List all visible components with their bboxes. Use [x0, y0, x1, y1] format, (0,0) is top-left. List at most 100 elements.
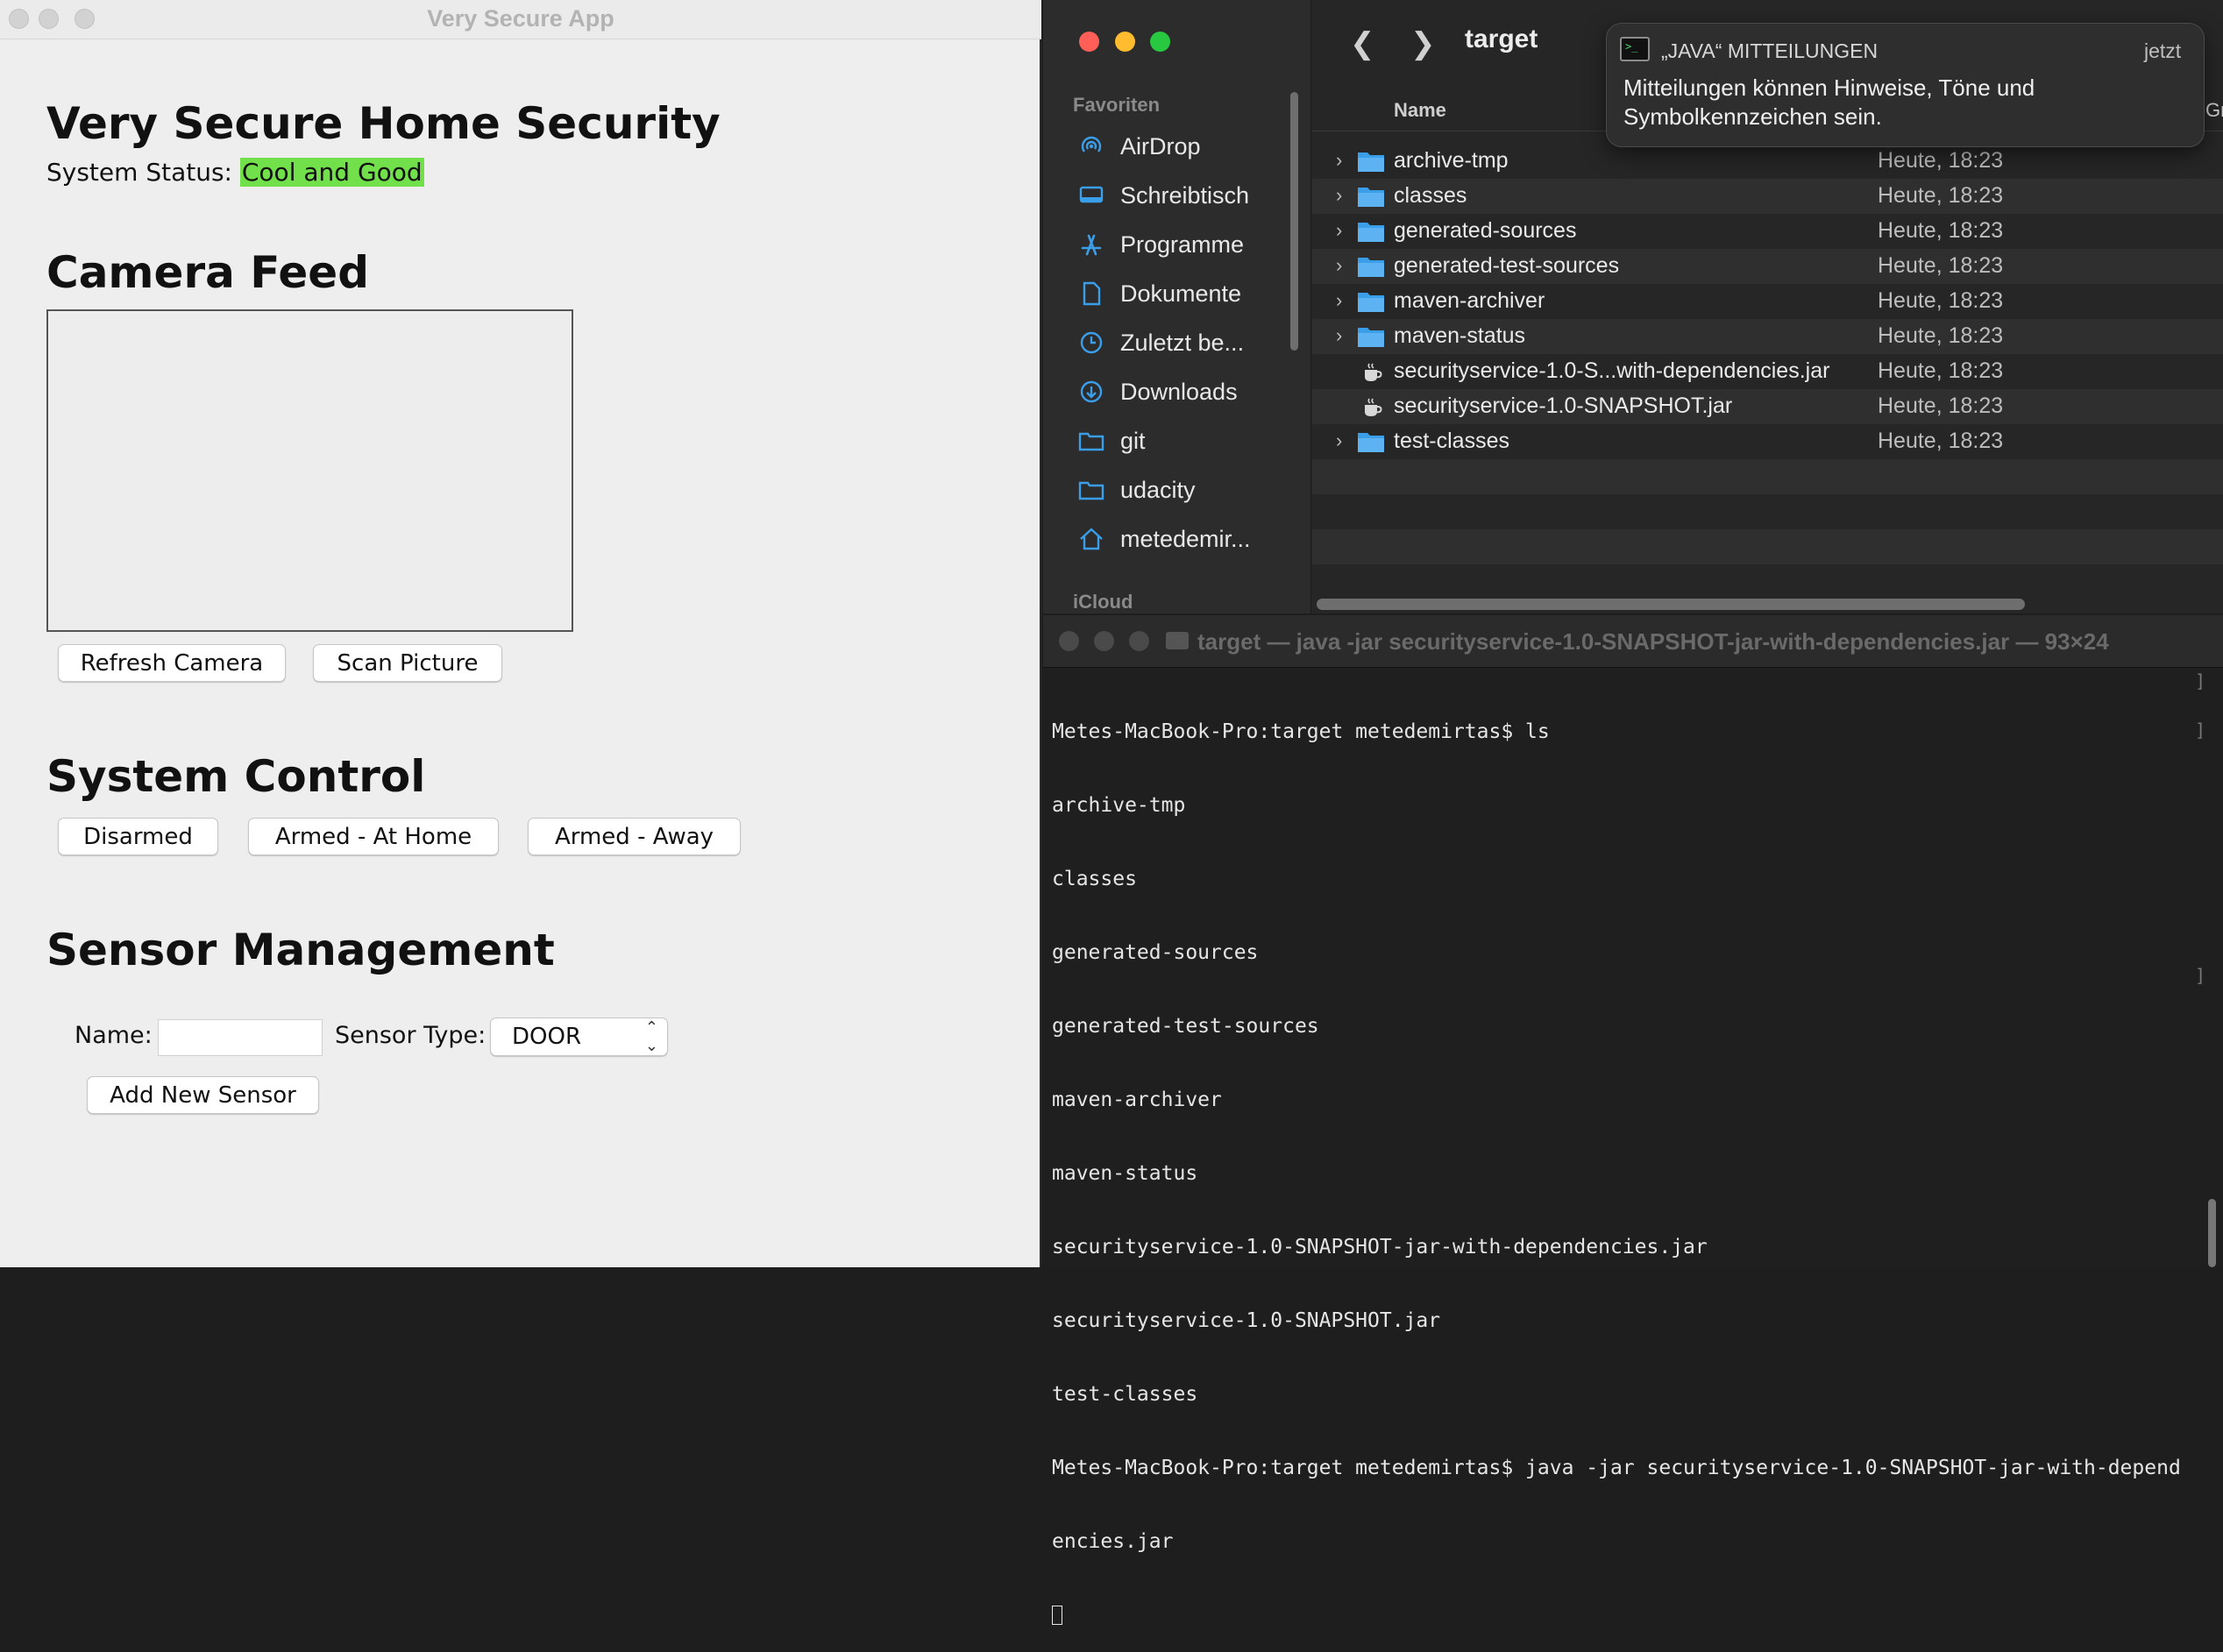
sidebar-item-downloads[interactable]: Downloads — [1076, 370, 1304, 414]
disclosure-chevron-icon[interactable]: › — [1336, 289, 1342, 312]
file-row-archive-tmp[interactable]: › archive-tmp Heute, 18:23 — [1312, 144, 2223, 179]
folder-icon — [1076, 430, 1106, 451]
sidebar-item-home[interactable]: metedemir... — [1076, 517, 1304, 561]
folder-icon — [1357, 220, 1385, 247]
empty-row — [1312, 529, 2223, 564]
horizontal-scrollbar[interactable] — [1317, 599, 2025, 610]
sidebar-item-dokumente[interactable]: Dokumente — [1076, 272, 1304, 316]
folder-icon — [1357, 150, 1385, 177]
file-date: Heute, 18:23 — [1878, 148, 2004, 173]
sidebar-item-airdrop[interactable]: AirDrop — [1076, 124, 1304, 168]
disclosure-chevron-icon[interactable]: › — [1336, 219, 1342, 242]
file-name: securityservice-1.0-SNAPSHOT.jar — [1394, 394, 1733, 418]
file-name: archive-tmp — [1394, 148, 1509, 173]
armed-at-home-button[interactable]: Armed - At Home — [248, 818, 499, 855]
empty-row — [1312, 459, 2223, 494]
terminal-line: generated-test-sources — [1052, 1015, 1319, 1038]
file-row-generated-sources[interactable]: › generated-sources Heute, 18:23 — [1312, 214, 2223, 249]
finder-close-button[interactable] — [1079, 32, 1099, 52]
finder-minimize-button[interactable] — [1115, 32, 1135, 52]
terminal-title: target — java -jar securityservice-1.0-S… — [1197, 628, 2109, 655]
app-heading: Very Secure Home Security — [46, 98, 721, 149]
file-date: Heute, 18:23 — [1878, 323, 2004, 348]
finder-title: target — [1465, 25, 1538, 53]
notification-time: jetzt — [2144, 39, 2182, 62]
folder-icon — [1357, 185, 1385, 212]
file-row-maven-archiver[interactable]: › maven-archiver Heute, 18:23 — [1312, 284, 2223, 319]
line-mark: ] — [2195, 720, 2206, 741]
sidebar-item-label: AirDrop — [1120, 132, 1201, 160]
sidebar-item-schreibtisch[interactable]: Schreibtisch — [1076, 174, 1304, 217]
file-name: generated-test-sources — [1394, 253, 1620, 278]
terminal-output[interactable]: Metes-MacBook-Pro:target metedemirtas$ l… — [1052, 670, 2202, 1652]
line-mark: ] — [2195, 670, 2206, 691]
terminal-close-button[interactable] — [1059, 631, 1079, 651]
file-row-generated-test-sources[interactable]: › generated-test-sources Heute, 18:23 — [1312, 249, 2223, 284]
sidebar-item-recents[interactable]: Zuletzt be... — [1076, 321, 1304, 365]
sidebar-item-label: Programme — [1120, 230, 1245, 258]
file-row-snapshot-jar[interactable]: securityservice-1.0-SNAPSHOT.jar Heute, … — [1312, 389, 2223, 424]
system-control-heading: System Control — [46, 751, 426, 802]
finder-zoom-button[interactable] — [1150, 32, 1170, 52]
folder-icon — [1357, 255, 1385, 282]
terminal-line: generated-sources — [1052, 941, 1259, 964]
sidebar-item-label: metedemir... — [1120, 525, 1251, 552]
disclosure-chevron-icon[interactable]: › — [1336, 149, 1342, 172]
file-name: maven-status — [1394, 323, 1526, 348]
sidebar-item-label: udacity — [1120, 476, 1196, 503]
window-title: Very Secure App — [427, 5, 614, 32]
status-value: Cool and Good — [239, 158, 424, 187]
file-date: Heute, 18:23 — [1878, 394, 2004, 418]
column-size-header[interactable]: Grö — [2205, 99, 2223, 122]
sensor-name-input[interactable] — [158, 1019, 323, 1056]
notification-body: Mitteilungen können Hinweise, Töne und S… — [1623, 74, 2035, 130]
camera-feed-heading: Camera Feed — [46, 247, 369, 298]
terminal-line: securityservice-1.0-SNAPSHOT-jar-with-de… — [1052, 1236, 1708, 1258]
disclosure-chevron-icon[interactable]: › — [1336, 324, 1342, 347]
sidebar-item-label: Downloads — [1120, 378, 1238, 405]
disclosure-chevron-icon[interactable]: › — [1336, 184, 1342, 207]
sensor-type-select[interactable]: DOOR ⌃ ⌄ — [490, 1017, 668, 1056]
sidebar-item-git[interactable]: git — [1076, 419, 1304, 463]
back-chevron-icon[interactable]: ❮ — [1350, 26, 1375, 61]
notification-app-name: „JAVA“ MITTEILUNGEN — [1661, 39, 1879, 62]
disclosure-chevron-icon[interactable]: › — [1336, 254, 1342, 277]
column-name-header[interactable]: Name — [1394, 99, 1446, 122]
java-jar-icon — [1361, 397, 1384, 422]
scan-picture-button[interactable]: Scan Picture — [313, 644, 502, 682]
terminal-line: archive-tmp — [1052, 794, 1186, 817]
terminal-zoom-button[interactable] — [1129, 631, 1149, 651]
terminal-line: maven-status — [1052, 1162, 1198, 1185]
disclosure-chevron-icon[interactable]: › — [1336, 429, 1342, 452]
file-row-classes[interactable]: › classes Heute, 18:23 — [1312, 179, 2223, 214]
file-row-maven-status[interactable]: › maven-status Heute, 18:23 — [1312, 319, 2223, 354]
java-jar-icon — [1361, 362, 1384, 387]
file-date: Heute, 18:23 — [1878, 183, 2004, 208]
sidebar-item-programme[interactable]: Programme — [1076, 223, 1304, 266]
refresh-camera-button[interactable]: Refresh Camera — [58, 644, 286, 682]
terminal-scrollbar[interactable] — [2208, 1199, 2216, 1267]
file-name: generated-sources — [1394, 218, 1577, 243]
status-label: System Status: — [46, 158, 240, 187]
forward-chevron-icon[interactable]: ❯ — [1410, 26, 1436, 61]
file-row-jar-with-dependencies[interactable]: securityservice-1.0-S...with-dependencie… — [1312, 354, 2223, 389]
sidebar-scrollbar[interactable] — [1290, 92, 1298, 351]
armed-away-button[interactable]: Armed - Away — [528, 818, 741, 855]
terminal-minimize-button[interactable] — [1094, 631, 1114, 651]
sensor-type-value: DOOR — [512, 1024, 582, 1050]
sidebar-item-label: Zuletzt be... — [1120, 329, 1245, 356]
system-status: System Status: Cool and Good — [46, 158, 424, 187]
add-new-sensor-button[interactable]: Add New Sensor — [87, 1076, 319, 1114]
sidebar-item-udacity[interactable]: udacity — [1076, 468, 1304, 512]
airdrop-icon — [1076, 134, 1106, 159]
terminal-line: securityservice-1.0-SNAPSHOT.jar — [1052, 1309, 1441, 1332]
document-icon — [1076, 281, 1106, 306]
file-name: test-classes — [1394, 429, 1509, 453]
file-date: Heute, 18:23 — [1878, 358, 2004, 383]
select-updown-icon: ⌃ ⌄ — [644, 1018, 658, 1055]
disarmed-button[interactable]: Disarmed — [58, 818, 218, 855]
terminal-app-icon: >_ — [1620, 37, 1650, 61]
file-row-test-classes[interactable]: › test-classes Heute, 18:23 — [1312, 424, 2223, 459]
folder-icon — [1076, 479, 1106, 500]
file-date: Heute, 18:23 — [1878, 429, 2004, 453]
